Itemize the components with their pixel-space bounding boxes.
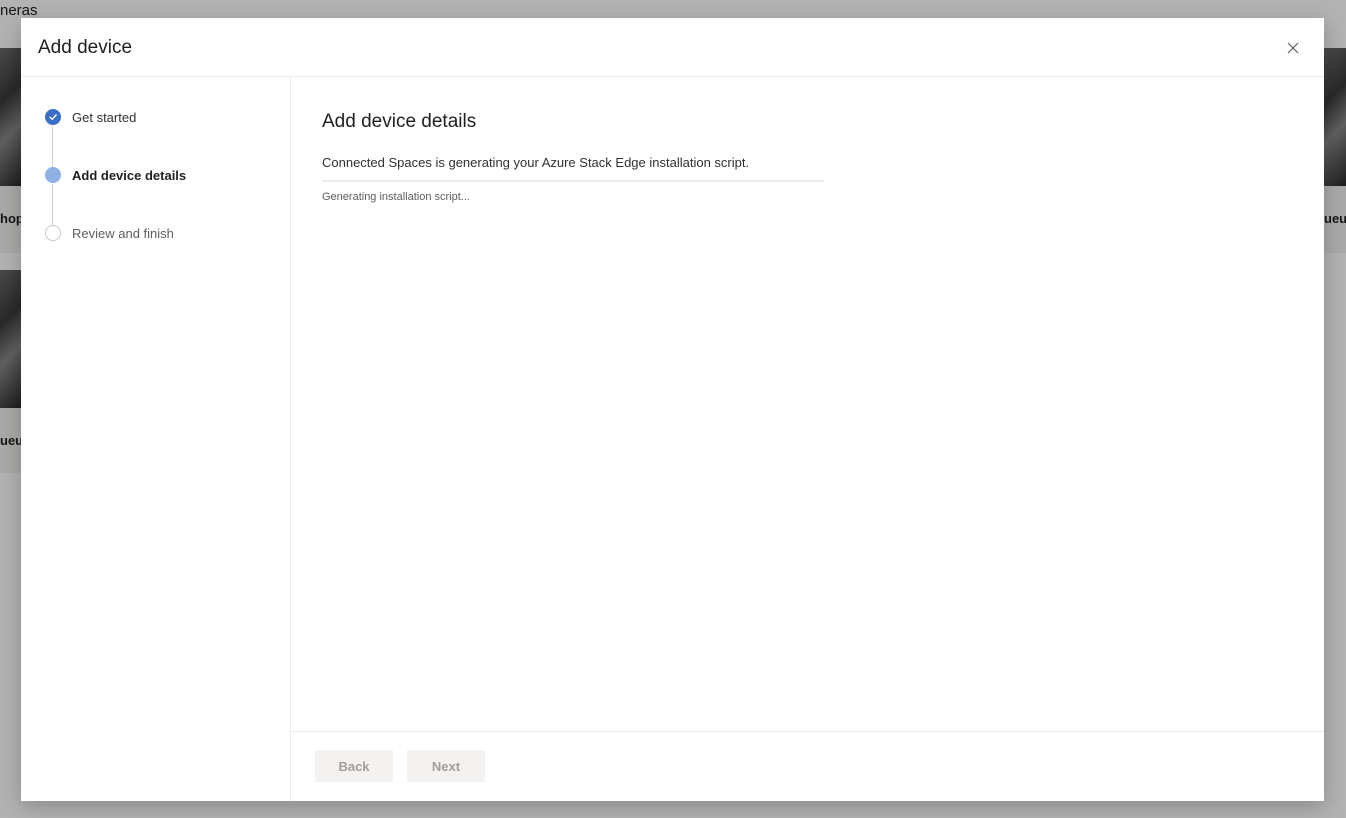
step-label: Add device details [72, 167, 187, 183]
step-get-started[interactable]: Get started [45, 107, 136, 127]
step-review-and-finish[interactable]: Review and finish [45, 223, 174, 243]
step-connector [52, 126, 53, 168]
content-description: Connected Spaces is generating your Azur… [322, 155, 750, 170]
wizard-content: Add device details Connected Spaces is g… [292, 77, 1324, 731]
current-step-dot-icon [45, 167, 61, 183]
back-button[interactable]: Back [315, 750, 393, 782]
step-connector [52, 184, 53, 226]
progress-label: Generating installation script... [322, 191, 470, 203]
step-add-device-details[interactable]: Add device details [45, 165, 186, 185]
content-heading: Add device details [322, 111, 477, 132]
dialog-footer: Back Next [292, 731, 1324, 801]
pending-step-dot-icon [45, 225, 61, 241]
close-icon [1287, 42, 1299, 54]
wizard-stepper: Get started Add device details Review an… [21, 77, 291, 801]
next-button[interactable]: Next [407, 750, 485, 782]
progress-bar [322, 180, 824, 182]
close-button[interactable] [1284, 39, 1302, 57]
checkmark-icon [45, 109, 61, 125]
step-label: Review and finish [72, 225, 174, 241]
step-label: Get started [72, 109, 137, 125]
add-device-dialog: Add device Get started Add device detail… [21, 18, 1324, 801]
dialog-header: Add device [21, 18, 1324, 77]
dialog-title: Add device [38, 37, 133, 58]
